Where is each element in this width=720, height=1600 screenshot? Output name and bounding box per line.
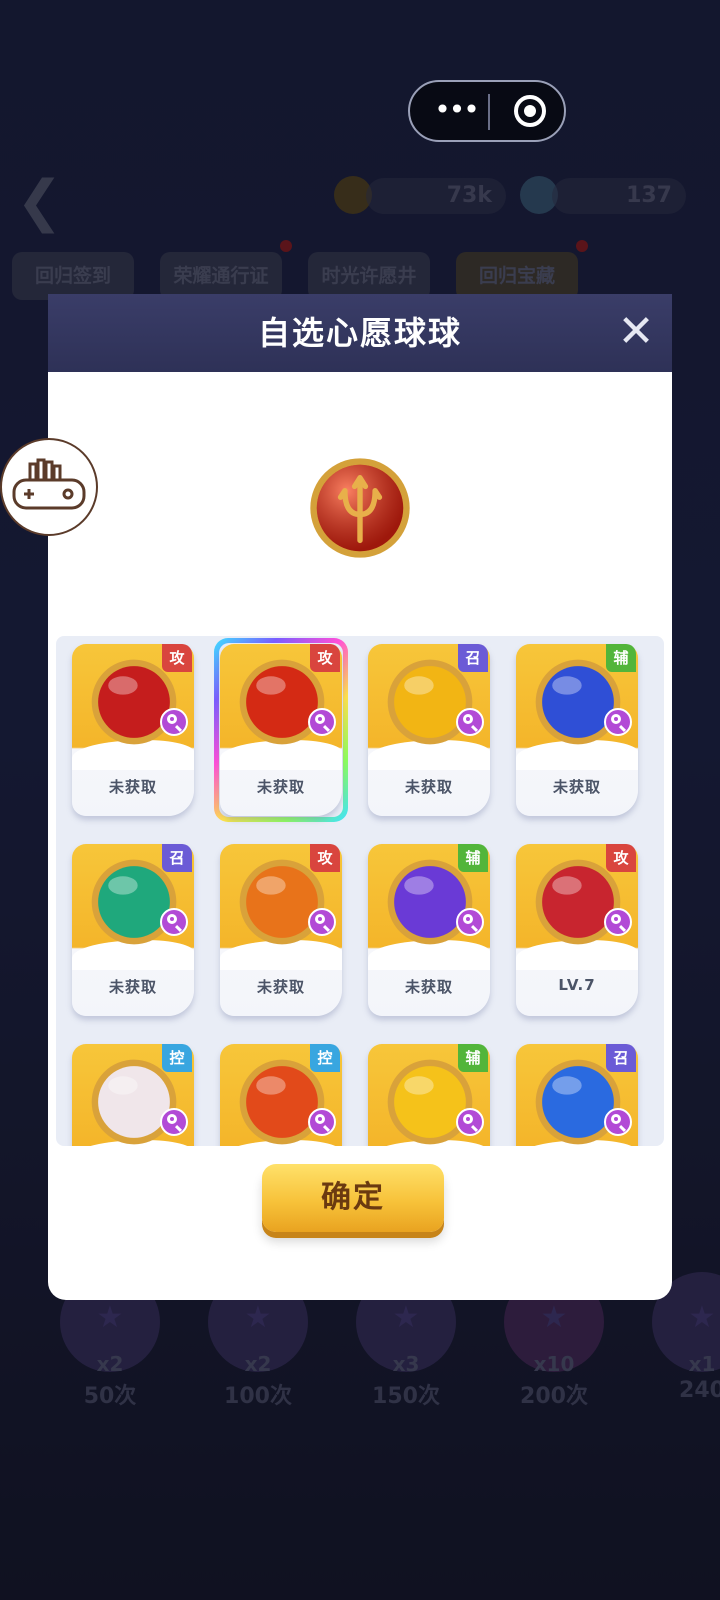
ball-card-ram-horn-ball[interactable]: 控 (72, 1044, 194, 1146)
ball-type-tag: 召 (606, 1044, 636, 1072)
gamepad-icon[interactable] (0, 438, 98, 536)
ball-type-tag: 辅 (606, 644, 636, 672)
confirm-button[interactable]: 确定 (262, 1164, 444, 1232)
ball-card-phoenix-ball[interactable]: 攻未获取 (220, 844, 342, 1016)
ball-card-sun-ball[interactable]: 辅 (368, 1044, 490, 1146)
ball-type-tag: 攻 (606, 844, 636, 872)
more-dots-icon[interactable]: ••• (432, 96, 480, 126)
magnifier-icon[interactable] (456, 1108, 484, 1136)
ball-status-label: LV.7 (558, 976, 596, 994)
ball-type-tag: 召 (458, 644, 488, 672)
magnifier-icon[interactable] (160, 708, 188, 736)
magnifier-icon[interactable] (160, 908, 188, 936)
magnifier-icon[interactable] (308, 908, 336, 936)
ball-status-label: 未获取 (404, 978, 453, 996)
target-circle-icon[interactable] (514, 95, 546, 127)
ball-type-tag: 召 (162, 844, 192, 872)
selected-ball-preview (310, 458, 410, 558)
ball-status-label: 未获取 (552, 778, 601, 796)
dialog-title: 自选心愿球球 (257, 314, 462, 352)
ball-status-label: 未获取 (404, 778, 453, 796)
ball-grid: 攻未获取攻未获取召未获取辅未获取召未获取攻未获取辅未获取攻 LV.7 控控辅召 (56, 636, 664, 1146)
ball-type-tag: 控 (310, 1044, 340, 1072)
ball-card-swirl-ball[interactable]: 召未获取 (72, 844, 194, 1016)
magnifier-icon[interactable] (604, 708, 632, 736)
ball-card-hex-shield-ball[interactable]: 辅未获取 (516, 644, 638, 816)
miniprogram-capsule: ••• (408, 80, 566, 142)
ball-card-opera-mask-ball[interactable]: 攻 LV.7 (516, 844, 638, 1016)
close-icon[interactable]: ✕ (614, 310, 658, 354)
ball-type-tag: 控 (162, 1044, 192, 1072)
magnifier-icon[interactable] (160, 1108, 188, 1136)
ball-card-potion-ball[interactable]: 召 (516, 1044, 638, 1146)
ball-card-golden-hand-ball[interactable]: 召未获取 (368, 644, 490, 816)
ball-status-label: 未获取 (108, 978, 157, 996)
ball-status-label: 未获取 (256, 978, 305, 996)
wish-ball-dialog: 自选心愿球球 ✕ 攻未获取攻未获取召未获取辅未获取召未获取攻未获取辅未获取攻 LV… (48, 294, 672, 1300)
ball-type-tag: 攻 (310, 644, 340, 672)
magnifier-icon[interactable] (604, 1108, 632, 1136)
capsule-divider (488, 94, 490, 130)
ball-card-trident-ball[interactable]: 攻未获取 (214, 638, 348, 822)
ball-type-tag: 攻 (310, 844, 340, 872)
magnifier-icon[interactable] (456, 908, 484, 936)
ball-type-tag: 辅 (458, 844, 488, 872)
confirm-label: 确定 (321, 1180, 385, 1215)
ball-type-tag: 辅 (458, 1044, 488, 1072)
ball-card-lightning-ball[interactable]: 辅未获取 (368, 844, 490, 1016)
magnifier-icon[interactable] (308, 1108, 336, 1136)
magnifier-icon[interactable] (456, 708, 484, 736)
magnifier-icon[interactable] (604, 908, 632, 936)
ball-type-tag: 攻 (162, 644, 192, 672)
ball-card-venom-ball[interactable]: 攻未获取 (72, 644, 194, 816)
ball-card-starburst-ball[interactable]: 控 (220, 1044, 342, 1146)
ball-status-label: 未获取 (256, 778, 305, 796)
magnifier-icon[interactable] (308, 708, 336, 736)
ball-status-label: 未获取 (108, 778, 157, 796)
